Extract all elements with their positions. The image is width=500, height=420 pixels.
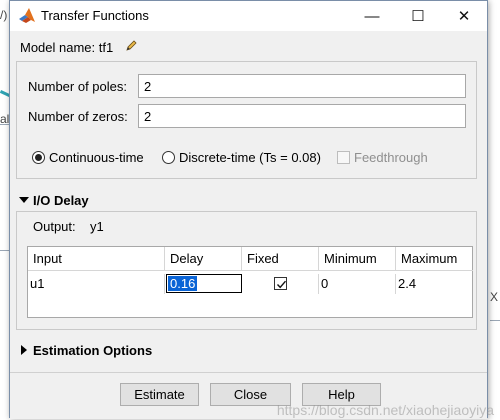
column-header-minimum[interactable]: Minimum xyxy=(319,247,396,271)
zeros-label: Number of zeros: xyxy=(28,109,128,124)
feedthrough-label: Feedthrough xyxy=(354,150,428,165)
output-value: y1 xyxy=(90,219,104,234)
table-cell-minimum[interactable]: 0 xyxy=(319,274,396,294)
column-header-input[interactable]: Input xyxy=(28,247,165,271)
matlab-icon xyxy=(19,8,35,23)
output-label: Output: xyxy=(33,219,76,234)
maximize-icon: ☐ xyxy=(411,8,425,25)
delay-value-selected[interactable]: 0.16 xyxy=(168,276,198,291)
model-name-label: Model name: tf1 xyxy=(20,40,114,55)
close-window-button[interactable]: ✕ xyxy=(441,1,487,31)
poles-input[interactable]: 2 xyxy=(138,74,466,98)
estimate-button[interactable]: Estimate xyxy=(120,383,199,406)
maximize-button[interactable]: ☐ xyxy=(395,1,441,31)
background-text-fragment: X xyxy=(489,290,498,304)
continuous-time-label[interactable]: Continuous-time xyxy=(49,150,144,165)
title-bar[interactable]: Transfer Functions — ☐ ✕ xyxy=(10,1,487,31)
minimize-icon: — xyxy=(364,7,380,25)
zeros-value: 2 xyxy=(144,109,152,124)
estimation-options-heading[interactable]: Estimation Options xyxy=(33,343,152,358)
minimize-button[interactable]: — xyxy=(349,1,395,31)
table-cell-input[interactable]: u1 xyxy=(28,274,165,294)
poles-label: Number of poles: xyxy=(28,79,127,94)
chevron-right-icon[interactable] xyxy=(21,345,27,355)
background-line xyxy=(0,250,9,251)
background-line xyxy=(490,320,500,321)
io-delay-heading[interactable]: I/O Delay xyxy=(33,193,89,208)
io-delay-table: Input Delay Fixed Minimum Maximum u1 0.1… xyxy=(27,246,473,318)
column-header-fixed[interactable]: Fixed xyxy=(242,247,319,271)
window-title: Transfer Functions xyxy=(41,8,149,23)
background-text-fragment: /) xyxy=(0,8,8,22)
feedthrough-checkbox[interactable] xyxy=(337,151,350,164)
column-header-maximum[interactable]: Maximum xyxy=(396,247,473,271)
discrete-time-radio[interactable] xyxy=(162,151,175,164)
background-line xyxy=(0,124,9,125)
checkmark-icon xyxy=(276,280,287,289)
poles-value: 2 xyxy=(144,79,152,94)
transfer-functions-dialog: Transfer Functions — ☐ ✕ Model name: tf1… xyxy=(9,0,488,419)
close-icon: ✕ xyxy=(457,8,471,25)
zeros-input[interactable]: 2 xyxy=(138,104,466,128)
fixed-checkbox[interactable] xyxy=(274,277,287,290)
table-cell-maximum[interactable]: 2.4 xyxy=(396,274,473,294)
watermark-text: https://blog.csdn.net/xiaohejiaoyiya xyxy=(276,402,494,418)
continuous-time-radio[interactable] xyxy=(32,151,45,164)
discrete-time-label[interactable]: Discrete-time (Ts = 0.08) xyxy=(179,150,321,165)
table-cell-delay[interactable]: 0.16 xyxy=(166,274,242,293)
column-header-delay[interactable]: Delay xyxy=(165,247,242,271)
chevron-down-icon[interactable] xyxy=(19,197,29,203)
pencil-icon[interactable] xyxy=(125,40,137,52)
